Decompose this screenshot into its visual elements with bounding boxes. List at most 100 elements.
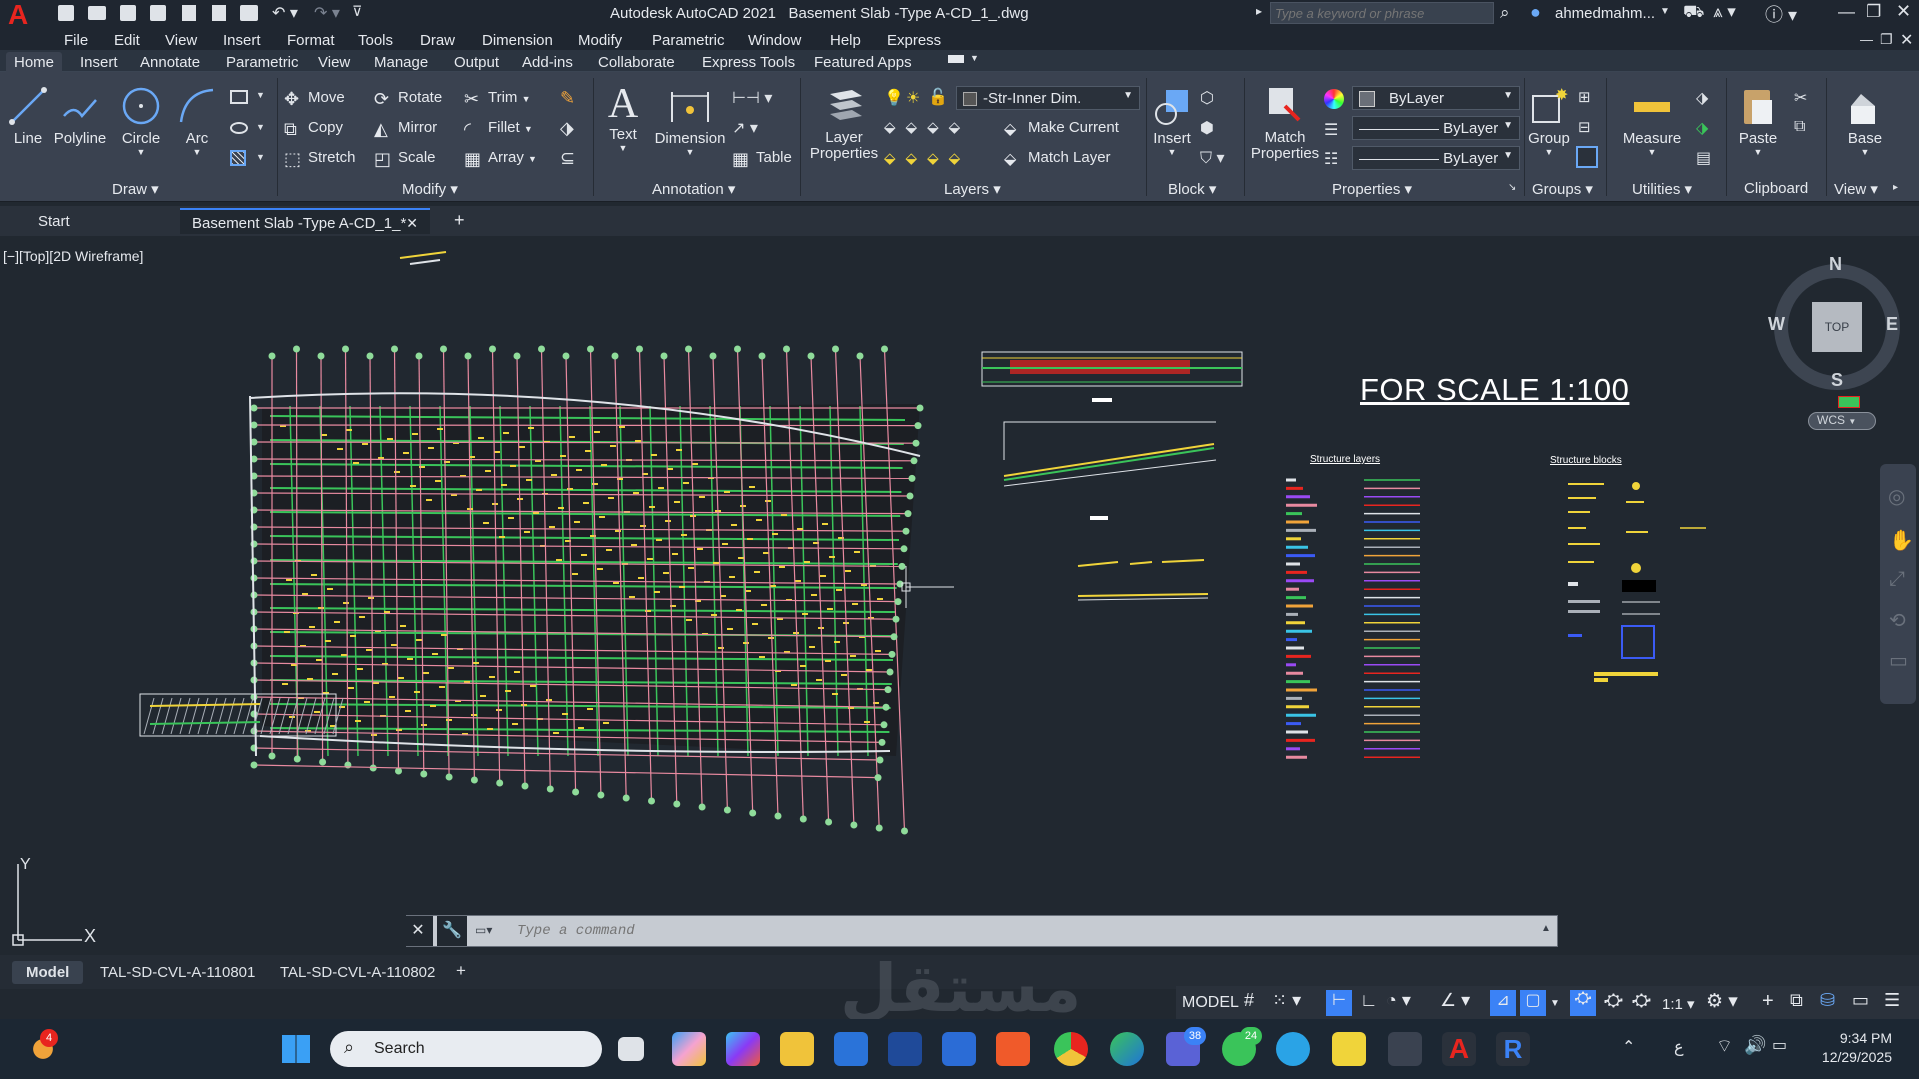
menu-help[interactable]: Help	[830, 32, 861, 49]
snap-icon[interactable]: ⁙ ▾	[1272, 990, 1301, 1016]
text-button[interactable]: A Text ▼	[600, 82, 646, 153]
doc-restore-icon[interactable]: ❐	[1880, 31, 1893, 48]
slab-plan-drawing[interactable]	[139, 345, 924, 835]
volume-icon[interactable]: 🔊	[1744, 1035, 1766, 1056]
tab-output[interactable]: Output	[446, 52, 507, 73]
redo-icon[interactable]: ↷ ▾	[314, 3, 340, 23]
hatch-icon[interactable]	[230, 150, 246, 166]
brave-icon[interactable]	[996, 1032, 1030, 1066]
drawing-canvas[interactable]: [−][Top][2D Wireframe] Y X FOR SCALE 1:1…	[0, 236, 1919, 955]
input-language[interactable]: ع	[1674, 1037, 1684, 1057]
structure-layers-legend[interactable]	[1286, 478, 1420, 759]
command-history-icon[interactable]: ▭▾	[475, 923, 492, 937]
menu-window[interactable]: Window	[748, 32, 801, 49]
layers-panel-label[interactable]: Layers ▾	[944, 180, 1001, 198]
tab-model[interactable]: Model	[12, 961, 84, 984]
quick-select-icon[interactable]: ⬗	[1696, 88, 1708, 108]
line-button[interactable]: Line	[6, 86, 50, 147]
color-dropdown[interactable]: ByLayer ▼	[1352, 86, 1520, 110]
annotation-scale-icon[interactable]: ⛮	[1570, 990, 1596, 1016]
isometric-icon[interactable]: ◔ ▾	[1386, 990, 1411, 1016]
edit-block-icon[interactable]: ⬢	[1200, 118, 1214, 138]
viewcube-north[interactable]: N	[1829, 254, 1842, 275]
tab-add-ins[interactable]: Add-ins	[514, 52, 581, 73]
clipboard-panel-label[interactable]: Clipboard	[1744, 180, 1808, 197]
clock[interactable]: 9:34 PM 12/29/2025	[1808, 1029, 1892, 1067]
grid-icon[interactable]: #	[1244, 990, 1254, 1016]
ribbon-dropdown-icon[interactable]: ▼	[970, 53, 979, 63]
task-view-icon[interactable]	[618, 1037, 644, 1061]
id-point-icon[interactable]: ⬗	[1696, 118, 1708, 138]
menu-dimension[interactable]: Dimension	[482, 32, 553, 49]
menu-draw[interactable]: Draw	[420, 32, 455, 49]
linetype-dropdown[interactable]: ByLayer ▼	[1352, 146, 1520, 170]
telegram-icon[interactable]	[1276, 1032, 1310, 1066]
autodesk-a360-icon[interactable]: ⩓ ▾	[1713, 2, 1736, 22]
lineweight-icon[interactable]: ☰	[1324, 120, 1338, 140]
measure-button[interactable]: Measure ▼	[1612, 86, 1692, 157]
tab-layout-110802[interactable]: TAL-SD-CVL-A-110802	[280, 964, 435, 981]
menu-view[interactable]: View	[165, 32, 197, 49]
tab-manage[interactable]: Manage	[366, 52, 436, 73]
auto-scale-icon[interactable]: ⛮	[1632, 990, 1651, 1016]
layer-properties-button[interactable]: Layer Properties	[804, 86, 884, 162]
copilot-icon[interactable]	[672, 1032, 706, 1066]
object-snap-tracking-icon[interactable]: ∠ ▾	[1440, 990, 1470, 1016]
show-hidden-icons[interactable]: ⌃	[1622, 1037, 1635, 1057]
command-expand-icon[interactable]: ▲	[1541, 923, 1551, 934]
menu-express[interactable]: Express	[887, 32, 941, 49]
command-input[interactable]	[517, 920, 1527, 942]
plot-icon[interactable]	[240, 5, 258, 21]
array-button[interactable]: ▦ Array ▼	[464, 149, 537, 169]
lineweight-dropdown[interactable]: ByLayer ▼	[1352, 116, 1520, 140]
m365-icon[interactable]	[726, 1032, 760, 1066]
help-icon[interactable]: ⓘ ▾	[1765, 1, 1797, 27]
insert-button[interactable]: Insert ▼	[1150, 86, 1194, 157]
help-search-input[interactable]	[1270, 2, 1494, 24]
viewcube-south[interactable]: S	[1831, 370, 1843, 391]
annotation-panel-label[interactable]: Annotation ▾	[652, 180, 735, 198]
doc-close-icon[interactable]: ✕	[1900, 30, 1913, 50]
user-dropdown-icon[interactable]: ▼	[1660, 6, 1670, 17]
section-drawing-1[interactable]	[981, 351, 1243, 402]
stretch-button[interactable]: ⬚ Stretch	[284, 149, 356, 169]
tab-insert[interactable]: Insert	[72, 52, 126, 73]
menu-tools[interactable]: Tools	[358, 32, 393, 49]
menu-format[interactable]: Format	[287, 32, 335, 49]
lineweight-display-icon[interactable]: ▢	[1520, 990, 1546, 1016]
ellipse-icon[interactable]	[230, 122, 248, 134]
layer-tools-icons-row2[interactable]: ⬙⬙⬙⬙	[884, 149, 970, 167]
mirror-button[interactable]: ◭ Mirror	[374, 119, 437, 139]
group-select-icon[interactable]	[1576, 146, 1598, 168]
close-tab-icon[interactable]: ✕	[406, 215, 418, 232]
drawing-tab[interactable]: Basement Slab -Type A-CD_1_* ✕	[180, 208, 430, 234]
transparency-icon[interactable]: ▼	[1550, 990, 1560, 1016]
outlook-icon[interactable]	[834, 1032, 868, 1066]
tab-featured-apps[interactable]: Featured Apps	[806, 52, 920, 73]
orbit-icon[interactable]: ⟲	[1889, 608, 1906, 633]
3d-app-icon[interactable]	[1388, 1032, 1422, 1066]
menu-edit[interactable]: Edit	[114, 32, 140, 49]
section-drawing-2[interactable]	[1003, 421, 1217, 520]
file-explorer-icon[interactable]	[780, 1032, 814, 1066]
doc-minimize-icon[interactable]: —	[1860, 32, 1873, 47]
circle-button[interactable]: Circle ▼	[116, 86, 166, 157]
pan-icon[interactable]: ✋	[1889, 528, 1914, 553]
base-view-button[interactable]: Base ▼	[1830, 86, 1900, 157]
user-icon[interactable]: ●	[1530, 2, 1541, 23]
chrome-icon[interactable]	[1054, 1032, 1088, 1066]
workspace-gear-icon[interactable]: ⚙ ▾	[1706, 990, 1738, 1016]
annotation-visibility-icon[interactable]: ⛮	[1604, 990, 1623, 1016]
close-window-icon[interactable]: ✕	[1896, 1, 1911, 22]
menu-file[interactable]: File	[64, 32, 88, 49]
fillet-button[interactable]: ◜ Fillet ▼	[464, 119, 533, 139]
wcs-menu[interactable]: WCS ▼	[1808, 412, 1876, 430]
layer-dropdown[interactable]: -Str-Inner Dim. ▼	[956, 86, 1140, 110]
layer-freeze-icon[interactable]: ☀	[906, 88, 920, 108]
layer-lock-icon[interactable]: 🔓	[928, 87, 948, 107]
group-edit-icon[interactable]: ⊟	[1578, 118, 1591, 136]
offset-icon[interactable]: ⊆	[560, 148, 575, 169]
start-button[interactable]	[282, 1035, 310, 1063]
modify-panel-label[interactable]: Modify ▾	[402, 180, 458, 198]
undo-icon[interactable]: ↶ ▾	[272, 3, 298, 23]
